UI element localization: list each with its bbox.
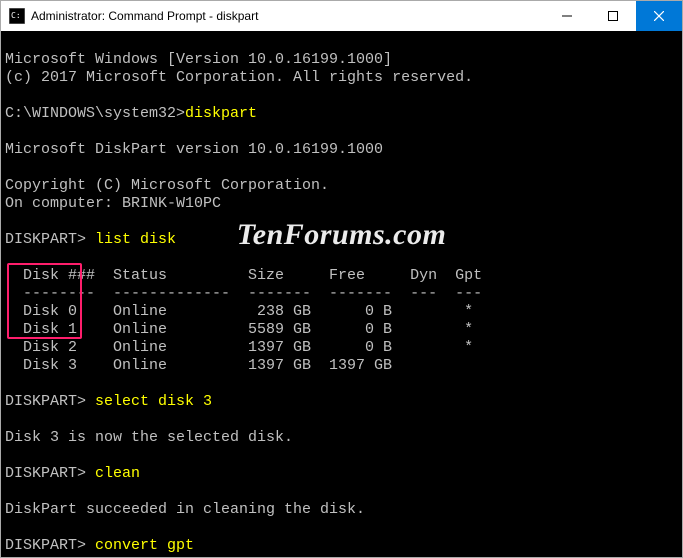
- on-computer: On computer: BRINK-W10PC: [5, 195, 221, 212]
- msg-clean: DiskPart succeeded in cleaning the disk.: [5, 501, 365, 518]
- cmd-list-disk: list disk: [95, 231, 176, 248]
- disk-row-1: Disk 1 Online 5589 GB 0 B *: [5, 321, 473, 338]
- diskpart-copyright: Copyright (C) Microsoft Corporation.: [5, 177, 329, 194]
- diskpart-prompt: DISKPART>: [5, 537, 95, 554]
- window-title: Administrator: Command Prompt - diskpart: [31, 9, 258, 23]
- command-prompt-window: C: Administrator: Command Prompt - diskp…: [1, 1, 682, 557]
- cmd-clean: clean: [95, 465, 140, 482]
- cmd-convert-gpt: convert gpt: [95, 537, 194, 554]
- svg-text:C:: C:: [11, 11, 21, 20]
- cmd-diskpart: diskpart: [185, 105, 257, 122]
- disk-row-3: Disk 3 Online 1397 GB 1397 GB: [5, 357, 392, 374]
- disk-row-0: Disk 0 Online 238 GB 0 B *: [5, 303, 473, 320]
- prompt-path: C:\WINDOWS\system32>: [5, 105, 185, 122]
- table-divider: -------- ------------- ------- ------- -…: [5, 285, 482, 302]
- version-line: Microsoft Windows [Version 10.0.16199.10…: [5, 51, 392, 68]
- msg-selected: Disk 3 is now the selected disk.: [5, 429, 293, 446]
- watermark-text: TenForums.com: [237, 226, 447, 244]
- terminal-output[interactable]: Microsoft Windows [Version 10.0.16199.10…: [1, 31, 682, 557]
- cmd-icon: C:: [9, 8, 25, 24]
- copyright-line: (c) 2017 Microsoft Corporation. All righ…: [5, 69, 473, 86]
- diskpart-version: Microsoft DiskPart version 10.0.16199.10…: [5, 141, 383, 158]
- titlebar[interactable]: C: Administrator: Command Prompt - diskp…: [1, 1, 682, 31]
- cmd-select-disk: select disk 3: [95, 393, 212, 410]
- diskpart-prompt: DISKPART>: [5, 465, 95, 482]
- table-header: Disk ### Status Size Free Dyn Gpt: [5, 267, 482, 284]
- close-button[interactable]: [636, 1, 682, 31]
- disk-row-2: Disk 2 Online 1397 GB 0 B *: [5, 339, 473, 356]
- maximize-button[interactable]: [590, 1, 636, 31]
- diskpart-prompt: DISKPART>: [5, 231, 95, 248]
- minimize-button[interactable]: [544, 1, 590, 31]
- diskpart-prompt: DISKPART>: [5, 393, 95, 410]
